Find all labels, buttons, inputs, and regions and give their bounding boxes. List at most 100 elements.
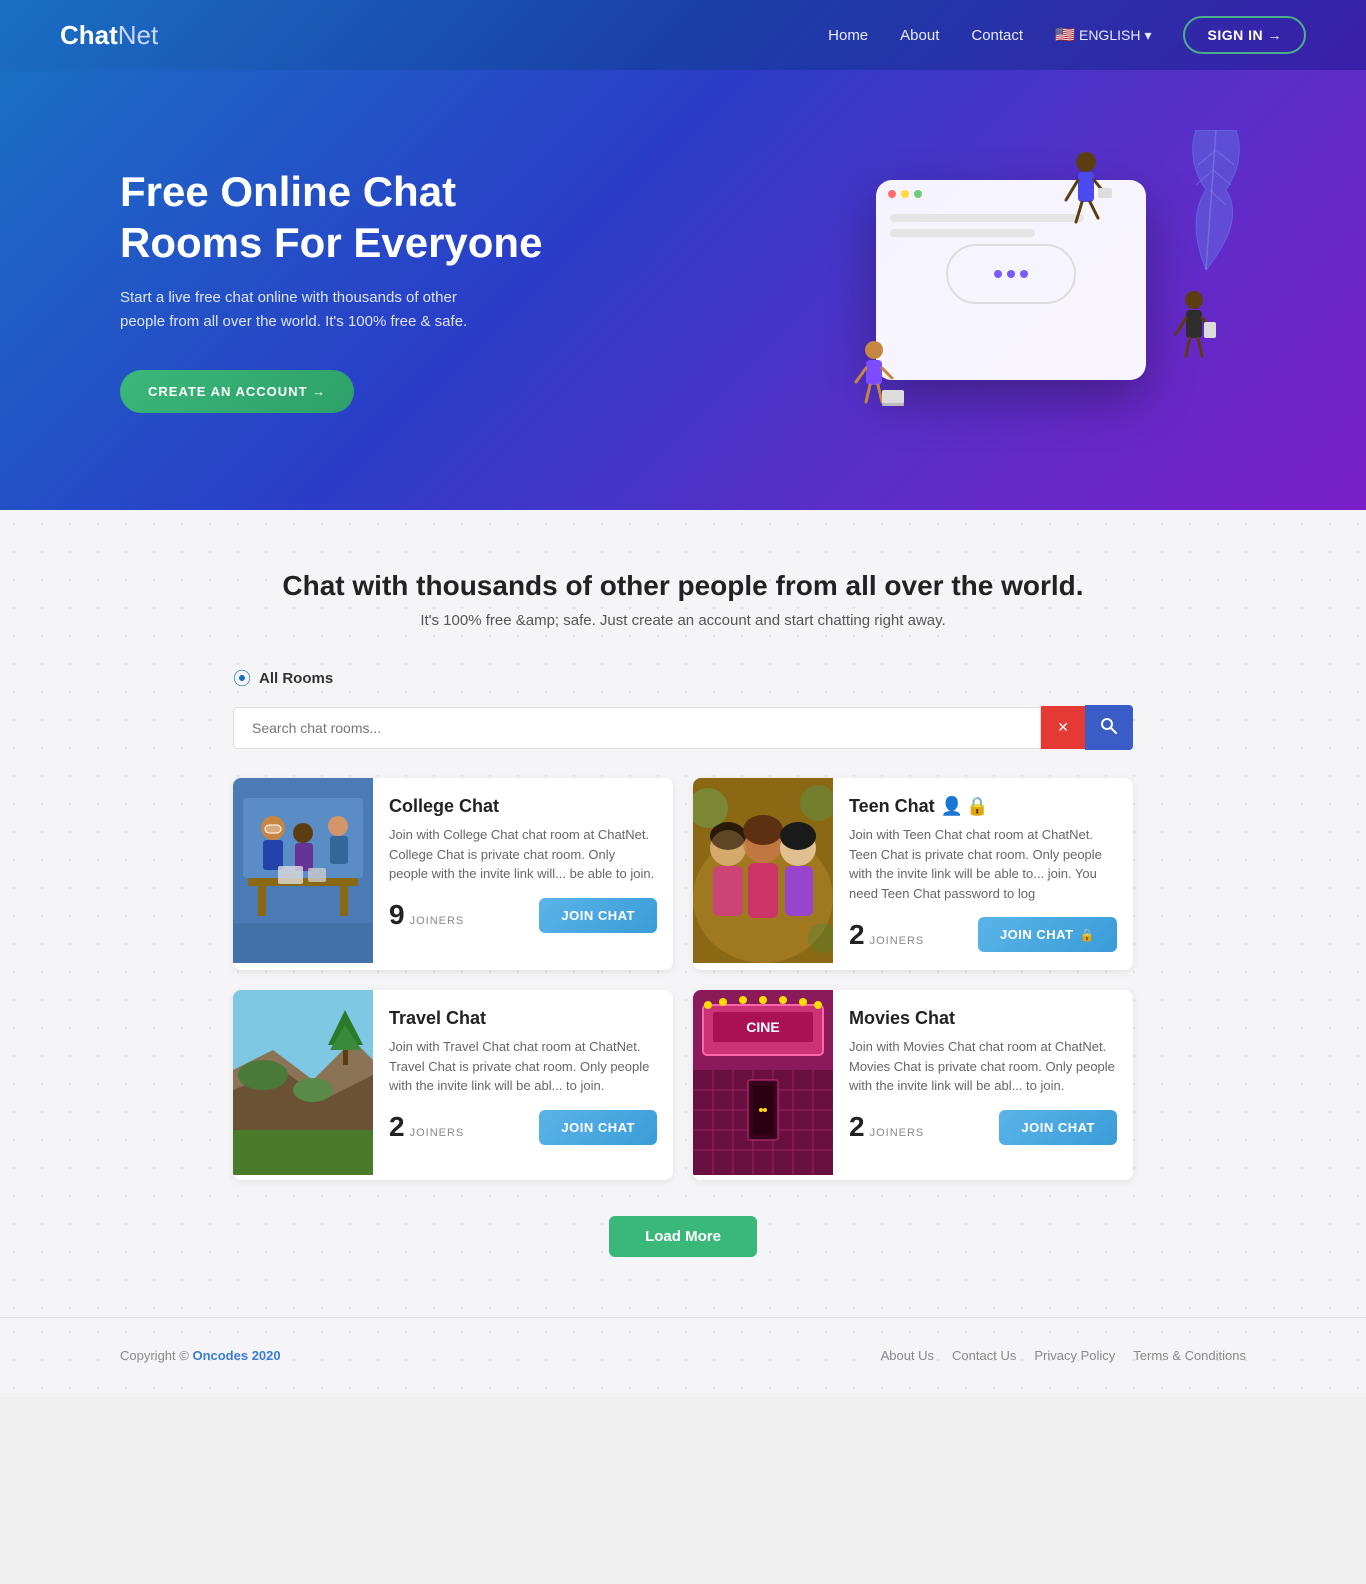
joiners-count-movies: 2: [849, 1111, 865, 1143]
window-dot-red: [888, 190, 896, 198]
room-footer-travel: 2 JOINERS JOIN CHAT: [389, 1110, 657, 1145]
hero-title: Free Online Chat Rooms For Everyone: [120, 167, 580, 268]
footer-contact-us[interactable]: Contact Us: [952, 1348, 1016, 1363]
join-button-teen[interactable]: JOIN CHAT 🔒: [978, 917, 1117, 952]
join-btn-label-travel: JOIN CHAT: [561, 1120, 635, 1135]
brand-net: Net: [118, 20, 158, 51]
nav-home[interactable]: Home: [828, 27, 868, 44]
room-joiners-college: 9 JOINERS: [389, 899, 464, 931]
teen-title-text: Teen Chat: [849, 796, 935, 817]
teen-illustration: [693, 778, 833, 963]
room-footer-movies: 2 JOINERS JOIN CHAT: [849, 1110, 1117, 1145]
footer-privacy-policy[interactable]: Privacy Policy: [1034, 1348, 1115, 1363]
leaf-decoration: [1166, 130, 1246, 270]
brand-chat: Chat: [60, 20, 118, 51]
room-desc-teen: Join with Teen Chat chat room at ChatNet…: [849, 825, 1117, 903]
person-icon: 👤: [941, 796, 963, 817]
joiners-count-travel: 2: [389, 1111, 405, 1143]
nav-links: Home About Contact 🇺🇸 ENGLISH ▾ SIGN IN …: [828, 16, 1306, 54]
search-icon: [1101, 718, 1117, 734]
room-image-movies: CINE: [693, 990, 833, 1180]
section-subheading: It's 100% free &amp; safe. Just create a…: [120, 612, 1246, 629]
join-button-travel[interactable]: JOIN CHAT: [539, 1110, 657, 1145]
room-joiners-travel: 2 JOINERS: [389, 1111, 464, 1143]
footer-about-us[interactable]: About Us: [881, 1348, 934, 1363]
footer: Copyright © Oncodes 2020 About Us Contac…: [0, 1317, 1366, 1393]
language-selector[interactable]: 🇺🇸 ENGLISH ▾: [1055, 25, 1151, 45]
hero-section: Free Online Chat Rooms For Everyone Star…: [0, 70, 1366, 510]
room-body-college: College Chat Join with College Chat chat…: [373, 778, 673, 970]
room-footer-teen: 2 JOINERS JOIN CHAT 🔒: [849, 917, 1117, 952]
join-button-college[interactable]: JOIN CHAT: [539, 898, 657, 933]
nav-about[interactable]: About: [900, 27, 939, 44]
lang-label: ENGLISH: [1079, 27, 1140, 43]
footer-copyright: Copyright © Oncodes 2020: [120, 1348, 281, 1363]
nav-contact[interactable]: Contact: [971, 27, 1023, 44]
svg-text:CINE: CINE: [746, 1019, 779, 1035]
rooms-label: All Rooms: [259, 670, 333, 687]
join-btn-label-movies: JOIN CHAT: [1021, 1120, 1095, 1135]
joiners-label-movies: JOINERS: [870, 1127, 925, 1139]
load-more-section: Load More: [233, 1216, 1133, 1257]
rooms-icon: ⦿: [233, 665, 251, 691]
joiners-label-travel: JOINERS: [410, 1127, 465, 1139]
chevron-down-icon: ▾: [1144, 27, 1151, 44]
room-image-travel: [233, 990, 373, 1180]
create-account-button[interactable]: CREATE AN ACCOUNT →: [120, 370, 354, 413]
room-title-teen: Teen Chat 👤 🔒: [849, 796, 1117, 817]
chat-rooms-grid: College Chat Join with College Chat chat…: [233, 778, 1133, 1180]
load-more-button[interactable]: Load More: [609, 1216, 757, 1257]
rooms-header: ⦿ All Rooms: [233, 665, 1133, 691]
hero-chat-window: [876, 180, 1146, 380]
private-icons: 👤 🔒: [941, 796, 989, 817]
room-body-movies: Movies Chat Join with Movies Chat chat r…: [833, 990, 1133, 1180]
search-input[interactable]: [233, 707, 1041, 749]
room-card-college: College Chat Join with College Chat chat…: [233, 778, 673, 970]
bubble-dot-3: [1020, 270, 1028, 278]
room-body-travel: Travel Chat Join with Travel Chat chat r…: [373, 990, 673, 1180]
search-bar: ✕: [233, 705, 1133, 750]
joiners-count-college: 9: [389, 899, 405, 931]
window-dot-green: [914, 190, 922, 198]
join-btn-label-college: JOIN CHAT: [561, 908, 635, 923]
hero-subtitle: Start a live free chat online with thous…: [120, 286, 500, 334]
room-card-travel: Travel Chat Join with Travel Chat chat r…: [233, 990, 673, 1180]
footer-links: About Us Contact Us Privacy Policy Terms…: [881, 1348, 1246, 1363]
room-joiners-teen: 2 JOINERS: [849, 919, 924, 951]
section-heading: Chat with thousands of other people from…: [120, 570, 1246, 602]
room-title-college: College Chat: [389, 796, 657, 817]
joiners-count-teen: 2: [849, 919, 865, 951]
bubble-dot-2: [1007, 270, 1015, 278]
room-image-college: [233, 778, 373, 970]
main-section: Chat with thousands of other people from…: [0, 510, 1366, 1317]
search-button[interactable]: [1085, 705, 1133, 750]
room-desc-travel: Join with Travel Chat chat room at ChatN…: [389, 1037, 657, 1096]
room-title-travel: Travel Chat: [389, 1008, 657, 1029]
chat-line-2: [890, 229, 1035, 237]
signin-button[interactable]: SIGN IN →: [1183, 16, 1306, 54]
joiners-label-college: JOINERS: [410, 915, 465, 927]
search-clear-button[interactable]: ✕: [1041, 706, 1085, 749]
chat-bubble: [946, 244, 1076, 304]
join-lock-icon: 🔒: [1080, 928, 1095, 942]
lock-icon: 🔒: [966, 796, 988, 817]
window-dot-yellow: [901, 190, 909, 198]
brand-logo[interactable]: Chat Net: [60, 20, 158, 51]
movies-illustration: CINE: [693, 990, 833, 1175]
room-footer-college: 9 JOINERS JOIN CHAT: [389, 898, 657, 933]
room-desc-movies: Join with Movies Chat chat room at ChatN…: [849, 1037, 1117, 1096]
room-joiners-movies: 2 JOINERS: [849, 1111, 924, 1143]
footer-terms[interactable]: Terms & Conditions: [1133, 1348, 1246, 1363]
joiners-label-teen: JOINERS: [870, 935, 925, 947]
footer-brand: Oncodes 2020: [192, 1348, 280, 1363]
room-body-teen: Teen Chat 👤 🔒 Join with Teen Chat chat r…: [833, 778, 1133, 970]
bubble-dot-1: [994, 270, 1002, 278]
join-btn-label-teen: JOIN CHAT: [1000, 927, 1074, 942]
room-image-teen: [693, 778, 833, 970]
room-title-movies: Movies Chat: [849, 1008, 1117, 1029]
join-button-movies[interactable]: JOIN CHAT: [999, 1110, 1117, 1145]
room-card-teen: Teen Chat 👤 🔒 Join with Teen Chat chat r…: [693, 778, 1133, 970]
room-desc-college: Join with College Chat chat room at Chat…: [389, 825, 657, 884]
chat-line-1: [890, 214, 1084, 222]
navbar: Chat Net Home About Contact 🇺🇸 ENGLISH ▾…: [0, 0, 1366, 70]
